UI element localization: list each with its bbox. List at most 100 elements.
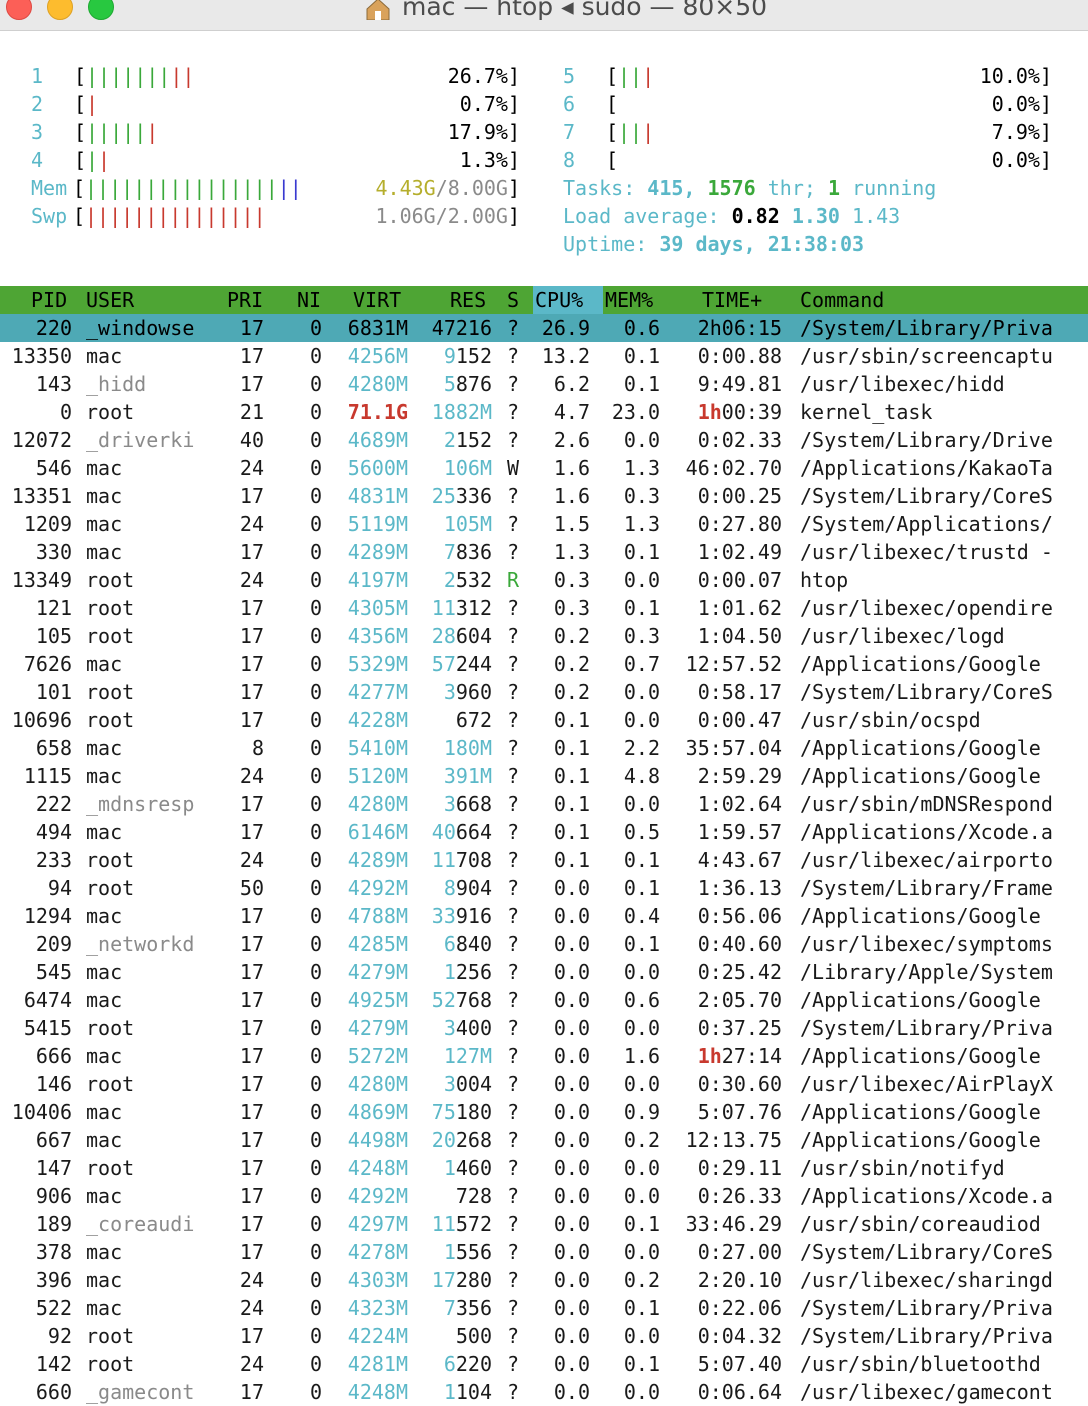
res-cell: 8904: [443, 876, 492, 900]
process-row[interactable]: 220 _windowse 17 0 6831M 47216? 26.9 0.6 2h06:15…: [0, 314, 1088, 342]
nice-cell: 0: [309, 1016, 322, 1040]
process-row[interactable]: 494 mac 17 0 6146M 40664? 0.1 0.5 1:59.57/Applic…: [0, 818, 1088, 846]
process-row[interactable]: 666 mac 17 0 5272M 127M? 0.0 1.6 1h27:14/Applica…: [0, 1042, 1088, 1070]
priority-cell: 24: [239, 568, 264, 592]
pid-cell: 10696: [11, 708, 72, 732]
nice-cell: 0: [309, 428, 322, 452]
process-row[interactable]: 660 _gamecont 17 0 4248M 1104? 0.0 0.0 0:06.64/u…: [0, 1378, 1088, 1406]
process-row[interactable]: 7626 mac 17 0 5329M 57244? 0.2 0.7 12:57.52/Appl…: [0, 650, 1088, 678]
process-row[interactable]: 13349 root 24 0 4197M 2532 R 0.3 0.0 0:00.07 htop: [0, 566, 1088, 594]
cpu-cell: 4.7: [553, 400, 590, 424]
process-row[interactable]: 1115 mac 24 0 5120M 391M? 0.1 4.8 2:59.29/Applic…: [0, 762, 1088, 790]
process-row[interactable]: 222 _mdnsresp 17 0 4280M 3668? 0.1 0.0 1:02.64/u…: [0, 790, 1088, 818]
process-row[interactable]: 546 mac 24 0 5600M 106M W 1.6 1.3 46:02.70/Applic…: [0, 454, 1088, 482]
process-row[interactable]: 146 root 17 0 4280M 3004? 0.0 0.0 0:30.60/usr/li…: [0, 1070, 1088, 1098]
pid-cell: 209: [35, 932, 72, 956]
state-cell: ?: [507, 736, 520, 760]
cpu-meter-value: 1.3%]: [459, 148, 520, 172]
cpu-cell: 26.9: [541, 316, 590, 340]
command-cell: /System/Library/Frame: [800, 876, 1053, 900]
nice-cell: 0: [309, 1296, 322, 1320]
user-cell: mac: [86, 1044, 123, 1068]
process-row[interactable]: 10406 mac 17 0 4869M 75180? 0.0 0.9 5:07.76/Appl…: [0, 1098, 1088, 1126]
command-cell: /Applications/Google: [800, 988, 1053, 1012]
process-row[interactable]: 143 _hidd 17 0 4280M 5876? 6.2 0.1 9:49.81/usr/l…: [0, 370, 1088, 398]
priority-cell: 17: [239, 1100, 264, 1124]
state-cell: R: [507, 568, 520, 592]
process-row[interactable]: 545 mac 17 0 4279M 1256? 0.0 0.0 0:25.42/Library…: [0, 958, 1088, 986]
column-header-pri[interactable]: PRI: [227, 286, 263, 314]
column-header-state[interactable]: S: [507, 286, 519, 314]
column-header-pid[interactable]: PID: [31, 286, 67, 314]
command-cell: /System/Library/Priva: [800, 316, 1053, 340]
nice-cell: 0: [309, 372, 322, 396]
process-row[interactable]: 10696 root 17 0 4228M 672? 0.1 0.0 0:00.47/usr/s…: [0, 706, 1088, 734]
process-row[interactable]: 330 mac 17 0 4289M 7836? 1.3 0.1 1:02.49/usr/lib…: [0, 538, 1088, 566]
pid-cell: 546: [35, 456, 72, 480]
nice-cell: 0: [309, 1128, 322, 1152]
cpu-cell: 0.0: [553, 1128, 590, 1152]
mem-cell: 0.0: [623, 708, 660, 732]
process-row[interactable]: 6474 mac 17 0 4925M 52768? 0.0 0.6 2:05.70/Appli…: [0, 986, 1088, 1014]
maximize-window-button[interactable]: [88, 0, 114, 20]
column-header-command[interactable]: Command: [800, 286, 884, 314]
priority-cell: 24: [239, 1296, 264, 1320]
column-header-ni[interactable]: NI: [297, 286, 321, 314]
state-cell: ?: [507, 960, 520, 984]
nice-cell: 0: [309, 1268, 322, 1292]
mem-cell: 0.0: [623, 1072, 660, 1096]
column-header-time[interactable]: TIME+: [702, 286, 762, 314]
process-row[interactable]: 147 root 17 0 4248M 1460? 0.0 0.0 0:29.11/usr/sb…: [0, 1154, 1088, 1182]
process-row[interactable]: 92 root 17 0 4224M 500? 0.0 0.0 0:04.32/System/L…: [0, 1322, 1088, 1350]
process-row[interactable]: 1294 mac 17 0 4788M 33916? 0.0 0.4 0:56.06/Appli…: [0, 902, 1088, 930]
res-cell: 57244: [431, 652, 492, 676]
process-row[interactable]: 396 mac 24 0 4303M 17280? 0.0 0.2 2:20.10/usr/li…: [0, 1266, 1088, 1294]
close-window-button[interactable]: [6, 0, 32, 20]
state-cell: ?: [507, 988, 520, 1012]
process-row[interactable]: 5415 root 17 0 4279M 3400? 0.0 0.0 0:37.25/Syste…: [0, 1014, 1088, 1042]
minimize-window-button[interactable]: [47, 0, 73, 20]
process-row[interactable]: 667 mac 17 0 4498M 20268? 0.0 0.2 12:13.75/Appli…: [0, 1126, 1088, 1154]
virt-cell: 5120M: [347, 764, 408, 788]
priority-cell: 17: [239, 680, 264, 704]
nice-cell: 0: [309, 1044, 322, 1068]
res-cell: 1460: [443, 1156, 492, 1180]
process-row[interactable]: 189 _coreaudi 17 0 4297M 11572? 0.0 0.1 33:46.29…: [0, 1210, 1088, 1238]
priority-cell: 17: [239, 932, 264, 956]
process-row[interactable]: 378 mac 17 0 4278M 1556? 0.0 0.0 0:27.00/System/…: [0, 1238, 1088, 1266]
process-row[interactable]: 121 root 17 0 4305M 11312? 0.3 0.1 1:01.62/usr/l…: [0, 594, 1088, 622]
process-row[interactable]: 233 root 24 0 4289M 11708? 0.1 0.1 4:43.67/usr/l…: [0, 846, 1088, 874]
process-row[interactable]: 906 mac 17 0 4292M 728? 0.0 0.0 0:26.33/Applicat…: [0, 1182, 1088, 1210]
state-cell: ?: [507, 764, 520, 788]
state-cell: W: [507, 456, 520, 480]
column-header-virt[interactable]: VIRT: [353, 286, 401, 314]
process-row[interactable]: 94 root 50 0 4292M 8904? 0.0 0.1 1:36.13/System/…: [0, 874, 1088, 902]
process-row[interactable]: 209 _networkd 17 0 4285M 6840? 0.0 0.1 0:40.60/u…: [0, 930, 1088, 958]
process-row[interactable]: 13350 mac 17 0 4256M 9152? 13.2 0.1 0:00.88/usr/…: [0, 342, 1088, 370]
command-cell: /Applications/Xcode.a: [800, 820, 1053, 844]
res-cell: 180M: [443, 736, 492, 760]
state-cell: ?: [507, 1212, 520, 1236]
mem-cell: 0.1: [623, 1212, 660, 1236]
column-header-user[interactable]: USER: [86, 286, 134, 314]
nice-cell: 0: [309, 960, 322, 984]
column-header-res[interactable]: RES: [450, 286, 486, 314]
column-header-mem[interactable]: MEM%: [605, 286, 653, 314]
process-row[interactable]: 142 root 24 0 4281M 6220? 0.0 0.1 5:07.40/usr/sb…: [0, 1350, 1088, 1378]
process-row[interactable]: 658 mac 8 0 5410M 180M? 0.1 2.2 35:57.04/Applica…: [0, 734, 1088, 762]
process-row[interactable]: 105 root 17 0 4356M 28604? 0.2 0.3 1:04.50/usr/l…: [0, 622, 1088, 650]
res-cell: 52768: [431, 988, 492, 1012]
process-row[interactable]: 13351 mac 17 0 4831M 25336? 1.6 0.3 0:00.25/Syst…: [0, 482, 1088, 510]
process-row[interactable]: 522 mac 24 0 4323M 7356? 0.0 0.1 0:22.06/System/…: [0, 1294, 1088, 1322]
command-cell: /usr/libexec/airporto: [800, 848, 1053, 872]
column-header-cpu[interactable]: CPU%: [535, 286, 583, 314]
process-row[interactable]: 1209 mac 24 0 5119M 105M? 1.5 1.3 0:27.80/System…: [0, 510, 1088, 538]
process-row[interactable]: 12072 _driverki 40 0 4689M 2152? 2.6 0.0 0:02.33…: [0, 426, 1088, 454]
command-cell: /System/Library/Priva: [800, 1016, 1053, 1040]
process-row[interactable]: 101 root 17 0 4277M 3960? 0.2 0.0 0:58.17/System…: [0, 678, 1088, 706]
time-cell: 0:27.80: [697, 512, 782, 536]
time-cell: 0:00.88: [697, 344, 782, 368]
mem-cell: 0.2: [623, 1268, 660, 1292]
state-cell: ?: [507, 680, 520, 704]
process-row[interactable]: 0 root 21 0 71.1G 1882M? 4.7 23.0 1h00:39 kernel_…: [0, 398, 1088, 426]
